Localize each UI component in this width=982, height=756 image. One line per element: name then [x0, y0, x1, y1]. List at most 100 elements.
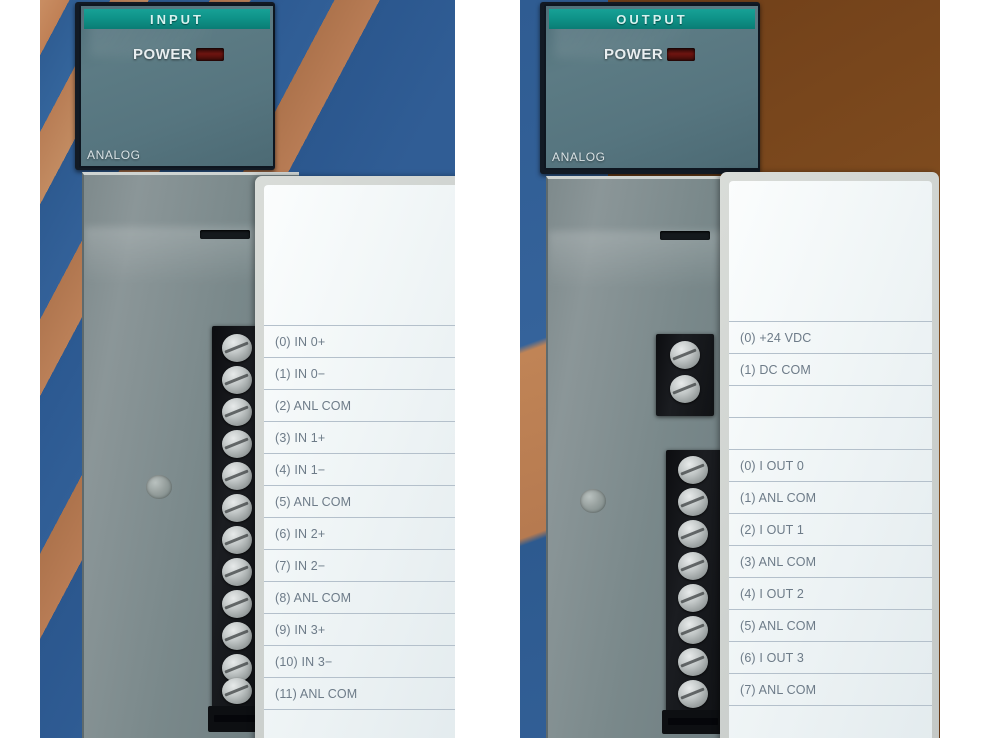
terminal-label-text: (5) ANL COM [740, 619, 817, 633]
terminal-label-row: (7) IN 2− [264, 549, 455, 582]
terminal-label-row: (11) ANL COM [264, 677, 455, 710]
terminal-label-row: (8) ANL COM [264, 581, 455, 614]
terminal-label-row: (1) ANL COM [729, 481, 932, 514]
terminal-label-row: (5) ANL COM [729, 609, 932, 642]
terminal-label-row: (6) IN 2+ [264, 517, 455, 550]
input-label-card-inner: (0) IN 0+ (1) IN 0− (2) ANL COM (3) IN 1+ (4… [264, 185, 455, 738]
terminal-label-row: (4) IN 1− [264, 453, 455, 486]
terminal-screw[interactable] [678, 456, 708, 484]
output-power-terminal-block[interactable] [656, 334, 714, 416]
terminal-label-row: (5) ANL COM [264, 485, 455, 518]
terminal-screw[interactable] [222, 462, 252, 490]
input-header-label: INPUT [150, 11, 204, 27]
terminal-screw[interactable] [678, 648, 708, 676]
terminal-screw[interactable] [222, 334, 252, 362]
terminal-screw[interactable] [222, 494, 252, 522]
terminal-label-row: (2) ANL COM [264, 389, 455, 422]
input-label-rows: (0) IN 0+ (1) IN 0− (2) ANL COM (3) IN 1+ (4… [264, 185, 455, 738]
terminal-screw[interactable] [222, 398, 252, 426]
screenshot-stage: INPUT POWER ANALOG (0) IN 0+ (1) IN 0− (… [0, 0, 982, 756]
terminal-screw[interactable] [678, 616, 708, 644]
terminal-label-row-blank [264, 185, 455, 325]
terminal-label-text: (7) IN 2− [275, 559, 326, 573]
terminal-label-row: (1) DC COM [729, 353, 932, 386]
terminal-screw[interactable] [670, 375, 700, 403]
terminal-label-row-blank [264, 709, 455, 738]
output-faceplate: OUTPUT POWER ANALOG [544, 4, 760, 170]
body-sheen [548, 231, 748, 289]
terminal-label-text: (3) IN 1+ [275, 431, 326, 445]
terminal-label-text: (10) IN 3− [275, 655, 333, 669]
input-power-indicator-row: POWER [133, 46, 225, 63]
input-body-rivet [146, 475, 172, 499]
input-power-label: POWER [133, 46, 193, 63]
terminal-screw[interactable] [670, 341, 700, 369]
terminal-label-row-blank [729, 705, 932, 738]
terminal-label-row: (0) +24 VDC [729, 321, 932, 354]
output-label-rows: (0) +24 VDC (1) DC COM (0) I OUT 0 (1) ANL … [729, 181, 932, 738]
output-terminal-block-foot [662, 710, 724, 734]
output-label-card: (0) +24 VDC (1) DC COM (0) I OUT 0 (1) ANL … [720, 172, 939, 738]
terminal-screw[interactable] [678, 520, 708, 548]
input-power-led-icon [196, 48, 225, 61]
terminal-label-row-blank [729, 417, 932, 450]
terminal-label-text: (6) IN 2+ [275, 527, 326, 541]
input-body-vent-slot [200, 230, 250, 239]
terminal-label-row-blank [729, 385, 932, 418]
terminal-screw[interactable] [222, 590, 252, 618]
output-family-label: ANALOG [552, 150, 606, 164]
terminal-label-row-blank [729, 181, 932, 321]
terminal-label-row: (7) ANL COM [729, 673, 932, 706]
input-header-bar: INPUT [84, 9, 270, 29]
input-faceplate: INPUT POWER ANALOG [79, 4, 275, 168]
terminal-label-text: (2) I OUT 1 [740, 523, 804, 537]
terminal-label-text: (11) ANL COM [275, 687, 358, 701]
terminal-label-row: (3) ANL COM [729, 545, 932, 578]
terminal-label-text: (7) ANL COM [740, 683, 817, 697]
terminal-label-text: (1) ANL COM [740, 491, 817, 505]
output-terminal-foot-slot [668, 718, 718, 725]
terminal-screw[interactable] [222, 366, 252, 394]
terminal-label-text: (3) ANL COM [740, 555, 817, 569]
output-power-label: POWER [604, 46, 664, 63]
terminal-screw[interactable] [678, 584, 708, 612]
terminal-label-row: (0) I OUT 0 [729, 449, 932, 482]
terminal-label-text: (6) I OUT 3 [740, 651, 804, 665]
output-signal-terminal-block[interactable] [666, 450, 722, 714]
terminal-label-text: (8) ANL COM [275, 591, 352, 605]
terminal-label-text: (0) IN 0+ [275, 335, 326, 349]
input-family-label: ANALOG [87, 148, 141, 162]
terminal-label-text: (4) IN 1− [275, 463, 326, 477]
terminal-label-row: (9) IN 3+ [264, 613, 455, 646]
input-label-card: (0) IN 0+ (1) IN 0− (2) ANL COM (3) IN 1+ (4… [255, 176, 455, 738]
terminal-screw[interactable] [222, 558, 252, 586]
terminal-label-text: (0) +24 VDC [740, 331, 812, 345]
output-module-photo: OUTPUT POWER ANALOG (0) +24 VDC (1) DC C… [520, 0, 940, 738]
terminal-label-row: (3) IN 1+ [264, 421, 455, 454]
terminal-label-row: (1) IN 0− [264, 357, 455, 390]
terminal-label-text: (9) IN 3+ [275, 623, 326, 637]
output-power-indicator-row: POWER [604, 46, 696, 63]
terminal-label-row: (6) I OUT 3 [729, 641, 932, 674]
terminal-screw[interactable] [222, 622, 252, 650]
terminal-screw[interactable] [222, 430, 252, 458]
output-body-rivet [580, 489, 606, 513]
output-power-led-icon [667, 48, 696, 61]
terminal-label-row: (0) IN 0+ [264, 325, 455, 358]
terminal-label-text: (1) IN 0− [275, 367, 326, 381]
output-body-vent-slot [660, 231, 710, 240]
terminal-screw[interactable] [678, 680, 708, 708]
terminal-screw[interactable] [678, 488, 708, 516]
terminal-screw[interactable] [222, 678, 252, 704]
terminal-label-text: (5) ANL COM [275, 495, 352, 509]
output-header-label: OUTPUT [616, 11, 688, 27]
output-label-card-inner: (0) +24 VDC (1) DC COM (0) I OUT 0 (1) ANL … [729, 181, 932, 738]
output-header-bar: OUTPUT [549, 9, 755, 29]
terminal-label-text: (1) DC COM [740, 363, 811, 377]
terminal-label-text: (2) ANL COM [275, 399, 352, 413]
terminal-screw[interactable] [678, 552, 708, 580]
terminal-label-text: (0) I OUT 0 [740, 459, 804, 473]
terminal-label-row: (4) I OUT 2 [729, 577, 932, 610]
terminal-screw[interactable] [222, 526, 252, 554]
terminal-label-text: (4) I OUT 2 [740, 587, 804, 601]
